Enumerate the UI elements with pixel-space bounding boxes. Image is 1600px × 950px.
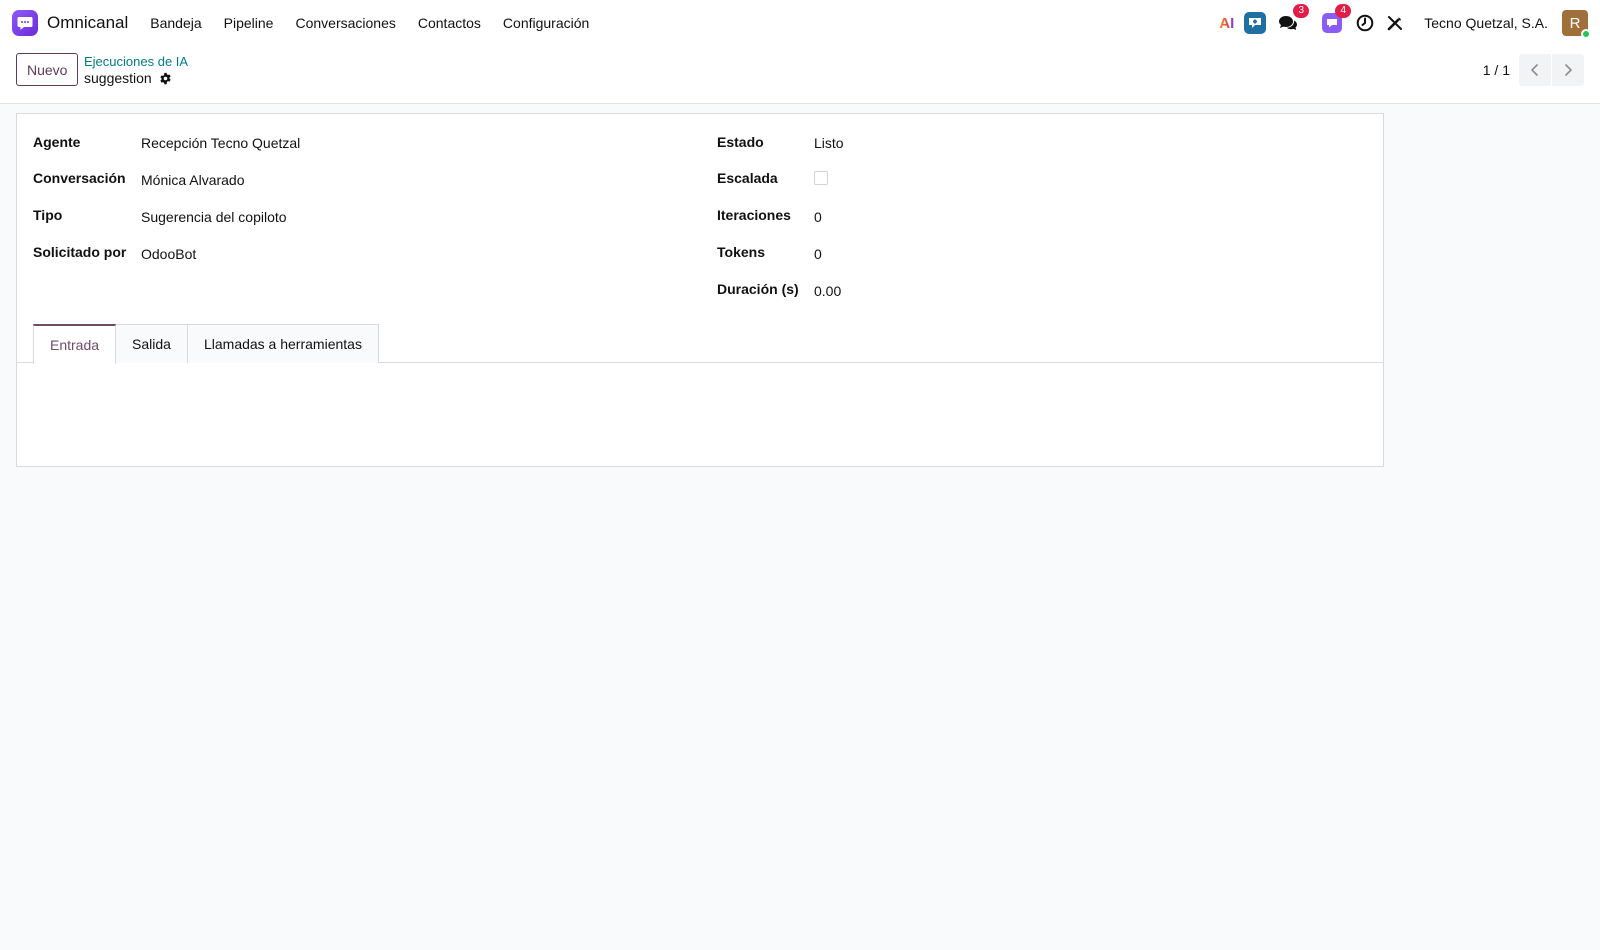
ai-icon-label: AI [1219, 14, 1235, 32]
tokens-value: 0 [814, 246, 822, 262]
menu-conversaciones[interactable]: Conversaciones [295, 15, 395, 31]
menu-contactos[interactable]: Contactos [418, 15, 481, 31]
record-name: suggestion [84, 70, 152, 86]
escalated-label: Escalada [717, 170, 778, 186]
menu-pipeline[interactable]: Pipeline [224, 15, 274, 31]
tab-tool-calls[interactable]: Llamadas a herramientas [186, 324, 379, 363]
escalated-checkbox[interactable] [814, 171, 828, 185]
control-panel: Nuevo Ejecuciones de IA suggestion 1 / 1 [0, 46, 1600, 104]
activity-icon[interactable]: 4 [1322, 4, 1352, 35]
requested-by-value[interactable]: OdooBot [141, 246, 196, 262]
notebook-tabs: Entrada Salida Llamadas a herramientas [33, 324, 379, 364]
record-title: suggestion [84, 70, 172, 86]
agent-value[interactable]: Recepción Tecno Quetzal [141, 135, 300, 151]
app-name[interactable]: Omnicanal [47, 13, 128, 33]
systray: AI 3 4 Tecno Quetzal, S.A. R [1207, 4, 1591, 39]
type-value: Sugerencia del copiloto [141, 209, 287, 225]
omnicanal-logo-icon[interactable] [12, 10, 38, 36]
avatar-initial: R [1569, 14, 1581, 32]
form-sheet: Agente Recepción Tecno Quetzal Conversac… [16, 113, 1384, 467]
tab-input[interactable]: Entrada [33, 324, 117, 364]
messaging-icon[interactable]: 3 [1278, 4, 1310, 35]
ai-icon[interactable]: AI [1219, 11, 1234, 35]
pager-previous-button[interactable] [1519, 54, 1551, 86]
menu-bandeja[interactable]: Bandeja [150, 15, 201, 31]
duration-label: Duración (s) [717, 281, 799, 297]
top-navbar: Omnicanal Bandeja Pipeline Conversacione… [0, 0, 1600, 46]
menu-configuracion[interactable]: Configuración [503, 15, 589, 31]
online-status-dot [1581, 29, 1591, 39]
type-label: Tipo [33, 207, 63, 223]
pager-value[interactable]: 1 / 1 [1483, 62, 1510, 78]
livechat-icon[interactable] [1244, 11, 1267, 35]
messaging-badge: 3 [1293, 4, 1310, 18]
new-button[interactable]: Nuevo [16, 53, 79, 86]
state-value: Listo [814, 135, 844, 151]
activity-badge: 4 [1335, 4, 1352, 18]
iterations-value: 0 [814, 209, 822, 225]
user-avatar[interactable]: R [1562, 10, 1591, 39]
pager: 1 / 1 [1483, 54, 1584, 86]
conversation-value[interactable]: Mónica Alvarado [141, 172, 245, 188]
chevron-right-icon [1564, 63, 1573, 77]
conversation-label: Conversación [33, 170, 126, 186]
requested-by-label: Solicitado por [33, 244, 127, 260]
state-label: Estado [717, 134, 764, 150]
tools-icon[interactable] [1386, 11, 1404, 35]
pager-next-button[interactable] [1552, 54, 1584, 86]
tab-content [17, 363, 1383, 466]
tokens-label: Tokens [717, 244, 765, 260]
duration-value: 0.00 [814, 283, 842, 299]
tab-output[interactable]: Salida [115, 324, 188, 363]
iterations-label: Iteraciones [717, 207, 791, 223]
gear-icon[interactable] [159, 72, 172, 85]
chevron-left-icon [1530, 63, 1539, 77]
agent-label: Agente [33, 134, 81, 150]
breadcrumb-ai-runs[interactable]: Ejecuciones de IA [84, 54, 188, 69]
clock-icon[interactable] [1356, 11, 1374, 35]
company-switcher[interactable]: Tecno Quetzal, S.A. [1424, 15, 1548, 31]
